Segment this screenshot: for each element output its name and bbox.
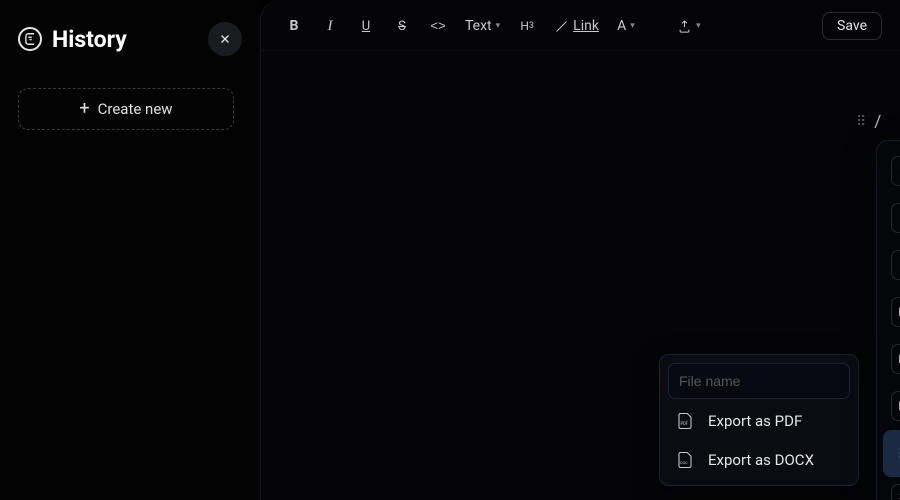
- link-button[interactable]: Link: [548, 12, 605, 40]
- svg-text:DOC: DOC: [680, 461, 688, 465]
- text-color-label: A: [617, 18, 626, 34]
- command-item-bullet-list[interactable]: Bullet ListCreate a simple bullet list.: [883, 430, 900, 477]
- drag-handle-icon[interactable]: ⠿: [856, 114, 864, 130]
- H3-icon: H3: [891, 391, 900, 421]
- history-sidebar: History + Create new: [0, 0, 260, 500]
- sidebar-title-wrap: History: [18, 26, 127, 53]
- export-pdf-label: Export as PDF: [708, 412, 802, 430]
- text-icon: [891, 203, 900, 233]
- export-dropdown[interactable]: ▾: [671, 12, 707, 40]
- docx-file-icon: DOC: [674, 449, 696, 471]
- bold-button[interactable]: B: [279, 12, 309, 40]
- command-item-heading-2[interactable]: H2Heading 2Medium section heading.: [883, 336, 900, 383]
- command-menu: Ask AIAsk AI to generate something.TextJ…: [876, 140, 900, 500]
- command-item-numbered-list[interactable]: 123Numbered List: [883, 477, 900, 500]
- export-docx-label: Export as DOCX: [708, 451, 814, 469]
- link-label: Link: [573, 18, 599, 34]
- sidebar-title: History: [52, 26, 127, 53]
- chevron-down-icon: ▾: [696, 21, 701, 31]
- create-new-button[interactable]: + Create new: [18, 88, 234, 130]
- ai-icon: [891, 156, 900, 186]
- sidebar-header: History: [18, 22, 242, 56]
- export-pdf-item[interactable]: PDF Export as PDF: [668, 399, 850, 438]
- close-sidebar-button[interactable]: [208, 22, 242, 56]
- H1-icon: H1: [891, 297, 900, 327]
- export-docx-item[interactable]: DOC Export as DOCX: [668, 438, 850, 477]
- export-popover: PDF Export as PDF DOC Export as DOCX: [659, 354, 859, 486]
- toolbar: B I U S <> Text ▾ H3 Link A ▾ ▾ Save: [261, 0, 900, 51]
- svg-text:PDF: PDF: [681, 422, 689, 427]
- underline-button[interactable]: U: [351, 12, 381, 40]
- chevron-down-icon: ▾: [496, 21, 501, 31]
- text-style-dropdown[interactable]: Text ▾: [459, 12, 506, 40]
- link-icon: [554, 19, 569, 34]
- slash-command-trigger[interactable]: ⠿ /: [856, 112, 881, 132]
- save-button[interactable]: Save: [822, 12, 882, 40]
- text-style-label: Text: [465, 18, 492, 34]
- editor-area: B I U S <> Text ▾ H3 Link A ▾ ▾ Save ⠿ /: [260, 0, 900, 500]
- history-icon: [18, 27, 42, 51]
- strikethrough-button[interactable]: S: [387, 12, 417, 40]
- italic-button[interactable]: I: [315, 12, 345, 40]
- heading3-button[interactable]: H3: [512, 12, 542, 40]
- close-icon: [218, 32, 232, 46]
- export-icon: [677, 19, 692, 34]
- pdf-file-icon: PDF: [674, 410, 696, 432]
- command-item-text[interactable]: TextJust start typing with plain text.: [883, 194, 900, 241]
- code-button[interactable]: <>: [423, 12, 453, 40]
- bullet-icon: [891, 438, 900, 468]
- command-item-ask-ai[interactable]: Ask AIAsk AI to generate something.: [883, 147, 900, 194]
- command-item-to-do-list[interactable]: To-do ListTrack tasks with a to-do list.: [883, 241, 900, 288]
- plus-icon: +: [79, 100, 89, 118]
- create-new-label: Create new: [98, 100, 173, 118]
- slash-text: /: [874, 112, 881, 132]
- command-item-heading-1[interactable]: H1Heading 1Big section heading.: [883, 288, 900, 335]
- numbered-icon: 123: [891, 484, 900, 500]
- H2-icon: H2: [891, 344, 900, 374]
- command-item-heading-3[interactable]: H3Heading 3Small section heading.: [883, 383, 900, 430]
- todo-icon: [891, 250, 900, 280]
- filename-input[interactable]: [668, 363, 850, 399]
- text-color-dropdown[interactable]: A ▾: [611, 12, 641, 40]
- chevron-down-icon: ▾: [630, 21, 635, 31]
